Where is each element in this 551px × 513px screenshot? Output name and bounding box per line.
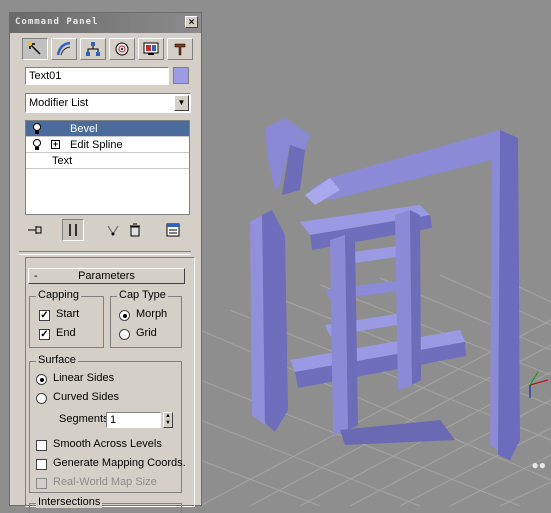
cap-type-title: Cap Type (117, 289, 168, 301)
tab-utilities[interactable] (167, 38, 193, 60)
lightbulb-icon[interactable] (32, 123, 42, 135)
pin-stack-button[interactable] (24, 219, 46, 241)
cap-start-checkbox[interactable]: ✓ (39, 310, 50, 321)
intersections-title: Intersections (36, 496, 103, 508)
stack-item-text[interactable]: Text (26, 153, 189, 169)
grid-radio[interactable] (119, 329, 130, 340)
smooth-across-levels-label: Smooth Across Levels (53, 438, 162, 450)
stack-toolbar (24, 219, 194, 241)
curved-sides-label: Curved Sides (53, 391, 120, 403)
collapse-icon: - (34, 270, 38, 282)
linear-sides-label: Linear Sides (53, 372, 115, 384)
surface-group: Surface Linear Sides Curved Sides Segmen… (29, 354, 186, 493)
smooth-across-levels-checkbox[interactable] (36, 440, 47, 451)
generate-mapping-coords-label: Generate Mapping Coords. (53, 457, 186, 469)
linear-sides-radio[interactable] (36, 374, 47, 385)
show-end-result-button[interactable] (62, 219, 84, 241)
tab-motion[interactable] (109, 38, 135, 60)
modifier-stack[interactable]: Bevel + Edit Spline Text (25, 120, 190, 215)
watermark-logo: ●● (531, 458, 547, 472)
chevron-down-icon[interactable]: ▼ (174, 95, 189, 111)
curved-sides-radio[interactable] (36, 393, 47, 404)
segments-label: Segments: (59, 413, 112, 425)
capping-group: Capping ✓ Start ✓ End (29, 289, 104, 348)
cap-end-checkbox[interactable]: ✓ (39, 329, 50, 340)
divider (19, 251, 191, 255)
trash-icon (130, 223, 140, 237)
tab-hierarchy[interactable] (80, 38, 106, 60)
cap-start-label: Start (56, 308, 80, 320)
modify-icon (56, 41, 71, 56)
morph-label: Morph (136, 308, 168, 320)
stack-item-bevel[interactable]: Bevel (26, 121, 189, 137)
lightbulb-icon[interactable] (32, 139, 42, 151)
segments-spinner[interactable]: ▲ ▼ (163, 412, 173, 428)
modifier-list-dropdown[interactable]: Modifier List ▼ (25, 93, 191, 113)
motion-icon (115, 42, 129, 56)
generate-mapping-coords-checkbox[interactable] (36, 459, 47, 470)
cap-end-label: End (56, 327, 76, 339)
tab-modify[interactable] (51, 38, 77, 60)
end-result-icon (69, 224, 77, 236)
rollout-title: Parameters (78, 270, 135, 282)
surface-title: Surface (36, 354, 78, 366)
stack-item-edit-spline[interactable]: + Edit Spline (26, 137, 189, 153)
stack-item-label: Text (52, 155, 73, 167)
make-unique-button[interactable] (102, 219, 124, 241)
cap-type-group: Cap Type Morph Grid (110, 289, 182, 348)
capping-title: Capping (36, 289, 81, 301)
utilities-icon (174, 43, 186, 56)
object-name-field[interactable]: Text01 (25, 67, 169, 85)
modifier-list-label: Modifier List (29, 97, 89, 109)
pin-icon (28, 226, 42, 234)
close-button[interactable]: × (185, 16, 198, 28)
command-panel-titlebar[interactable]: Command Panel × (10, 13, 201, 33)
hierarchy-icon (86, 42, 100, 56)
intersections-group: Intersections (29, 496, 182, 513)
make-unique-icon (107, 225, 119, 236)
stack-item-label: Bevel (70, 123, 98, 135)
display-icon (143, 42, 159, 55)
parameters-rollout-header[interactable]: - Parameters (28, 268, 185, 284)
stack-item-label: Edit Spline (70, 139, 123, 151)
command-panel: Command Panel × Text01 Modifier List ▼ B… (9, 12, 202, 513)
axis-tripod (529, 371, 549, 398)
morph-radio[interactable] (119, 310, 130, 321)
real-world-map-size-checkbox[interactable] (36, 478, 47, 489)
remove-modifier-button[interactable] (124, 219, 146, 241)
create-icon (28, 42, 41, 55)
panel-title: Command Panel (15, 17, 99, 27)
tab-display[interactable] (138, 38, 164, 60)
configure-icon (166, 223, 180, 237)
grid-label: Grid (136, 327, 157, 339)
configure-modifier-sets-button[interactable] (162, 219, 184, 241)
real-world-map-size-label: Real-World Map Size (53, 476, 157, 488)
tab-create[interactable] (22, 38, 48, 60)
close-icon: × (188, 17, 195, 28)
expand-icon[interactable]: + (51, 140, 60, 149)
object-color-swatch[interactable] (173, 67, 189, 84)
segments-input[interactable]: 1 (106, 412, 161, 428)
